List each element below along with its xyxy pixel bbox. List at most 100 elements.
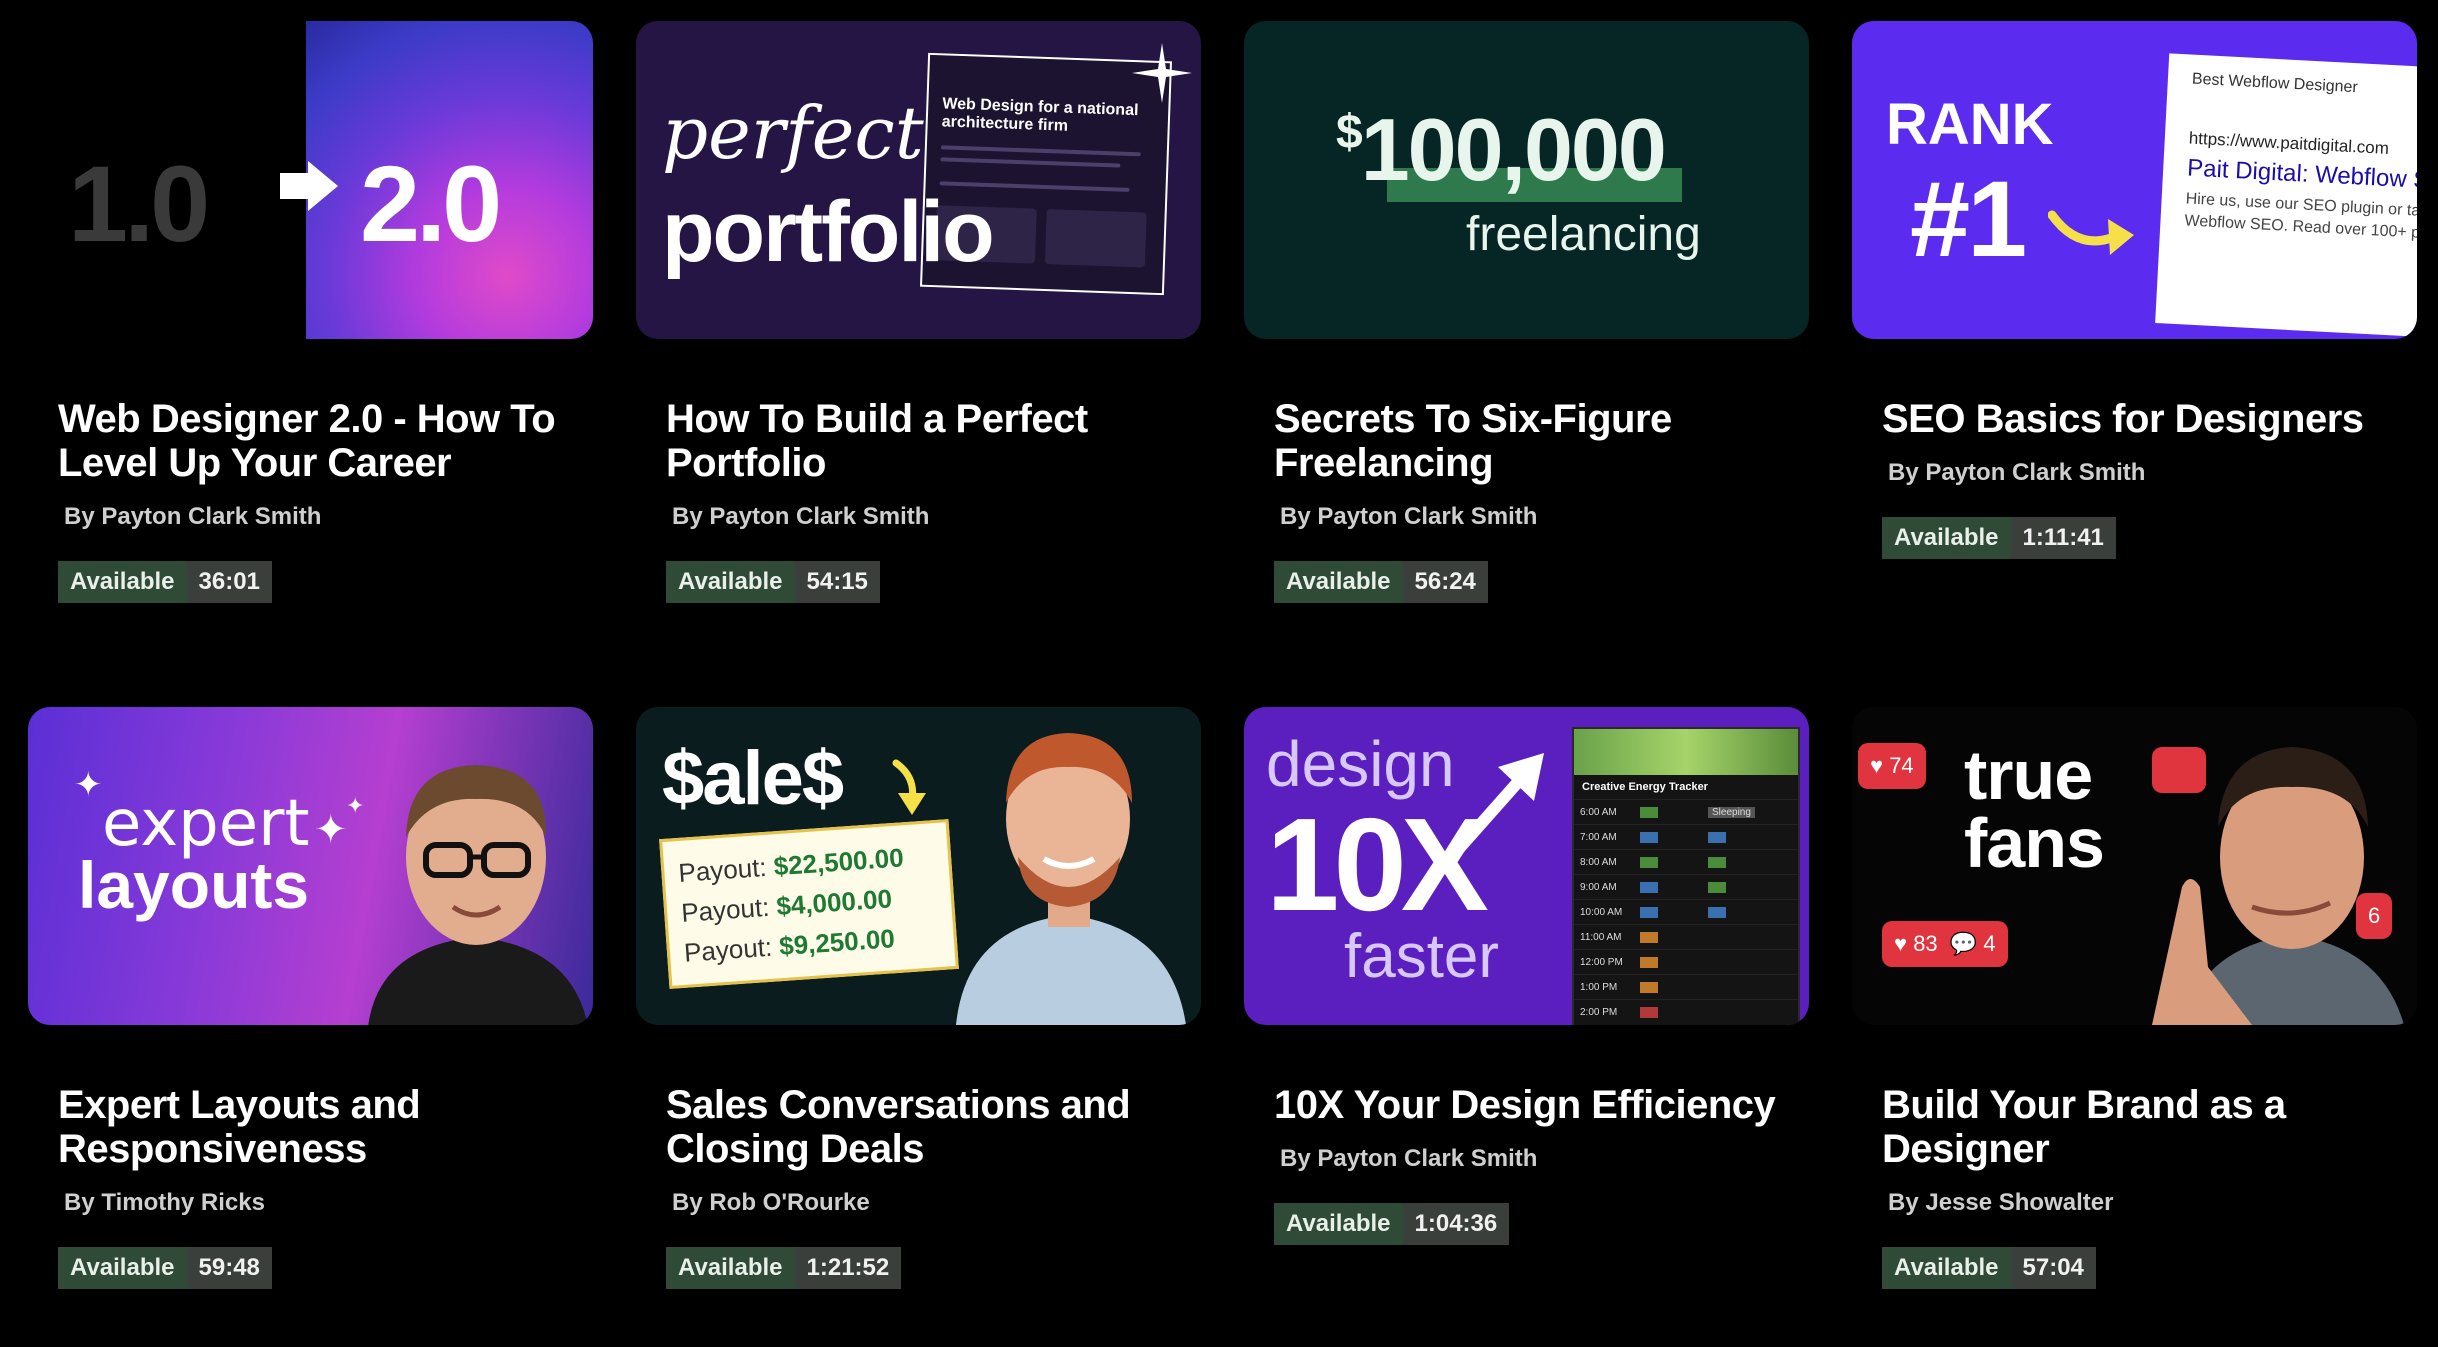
thumb-headline: $ale$: [662, 736, 844, 821]
thumb-amount: $100,000: [1336, 99, 1667, 201]
course-author: By Rob O'Rourke: [672, 1189, 870, 1216]
course-thumbnail[interactable]: 1.0 2.0: [28, 21, 593, 339]
course-title[interactable]: Secrets To Six-Figure Freelancing: [1274, 397, 1794, 485]
course-thumbnail[interactable]: design 10X faster Creative Energy Tracke…: [1244, 707, 1809, 1025]
course-title[interactable]: Expert Layouts and Responsiveness: [58, 1083, 578, 1171]
thumb-headline-2: portfolio: [662, 184, 995, 280]
course-author: By Jesse Showalter: [1888, 1189, 2114, 1216]
status-badge: Available 1:11:41: [1882, 517, 2116, 559]
tracker-row: 8:00 AM: [1574, 849, 1798, 874]
tracker-row: 10:00 AM: [1574, 899, 1798, 924]
thumb-headline-1: design: [1266, 728, 1455, 800]
thumb-headline-2: fans: [1964, 804, 2105, 882]
course-author: By Payton Clark Smith: [1280, 503, 1538, 530]
thumb-rank-number: #1: [1910, 158, 2027, 279]
availability-label: Available: [1274, 561, 1403, 603]
course-title[interactable]: Build Your Brand as a Designer: [1882, 1083, 2402, 1171]
arrow-up-icon: [1443, 753, 1544, 865]
availability-label: Available: [1882, 517, 2011, 559]
like-notification: ♥ 83 💬 4: [1882, 921, 2008, 967]
course-card[interactable]: design 10X faster Creative Energy Tracke…: [1244, 707, 1809, 1347]
sparkle-icon: ✦: [74, 766, 103, 804]
preview-box: [1044, 209, 1147, 268]
tracker-row: 9:00 AM: [1574, 874, 1798, 899]
currency-symbol: $: [1336, 106, 1363, 159]
course-thumbnail[interactable]: RANK #1 Best Webflow Designer https://ww…: [1852, 21, 2417, 339]
duration-label: 1:04:36: [1402, 1203, 1510, 1245]
status-badge: Available 56:24: [1274, 561, 1488, 603]
thumb-subtitle: freelancing: [1466, 208, 1701, 261]
tracker-row: 11:00 AM: [1574, 924, 1798, 949]
course-thumbnail[interactable]: $ale$ Payout: $22,500.00 Payout: $4,000.…: [636, 707, 1201, 1025]
course-title[interactable]: 10X Your Design Efficiency: [1274, 1083, 1794, 1127]
course-author: By Payton Clark Smith: [64, 503, 322, 530]
availability-label: Available: [1882, 1247, 2011, 1289]
thumb-headline-2: layouts: [78, 848, 310, 922]
course-thumbnail[interactable]: perfect Web Design for a national archit…: [636, 21, 1201, 339]
amount-value: 100,000: [1360, 100, 1667, 199]
course-author: By Timothy Ricks: [64, 1189, 265, 1216]
thumb-headline-1: perfect: [662, 91, 924, 175]
tracker-row: 1:00 PM: [1574, 974, 1798, 999]
search-query: Best Webflow Designer: [2191, 70, 2359, 97]
course-card[interactable]: 1.0 2.0 Web Designer 2.0 - How To Level …: [28, 21, 593, 671]
energy-tracker-table: Creative Energy Tracker 6:00 AM Sleeping …: [1572, 727, 1800, 1025]
duration-label: 1:11:41: [2010, 517, 2116, 559]
text-line: [940, 157, 1121, 168]
status-badge: Available 1:04:36: [1274, 1203, 1510, 1245]
duration-label: 54:15: [794, 561, 880, 603]
text-line: [940, 145, 1141, 157]
course-thumbnail[interactable]: ✦ expert ✦ ✦ layouts: [28, 707, 593, 1025]
tracker-row: 6:00 AM Sleeping: [1574, 799, 1798, 824]
curved-arrow-icon: [2048, 210, 2134, 255]
availability-label: Available: [58, 1247, 187, 1289]
duration-label: 1:21:52: [794, 1247, 902, 1289]
course-thumbnail[interactable]: ♥ 74 ♥ 83 💬 4 6 true fans: [1852, 707, 2417, 1025]
version-old-text: 1.0: [68, 143, 210, 264]
duration-label: 56:24: [1402, 561, 1488, 603]
thumb-headline-3: faster: [1344, 922, 1500, 991]
tracker-row: 7:00 AM: [1574, 824, 1798, 849]
tracker-banner: [1574, 729, 1798, 775]
arrow-down-icon: [892, 759, 926, 815]
course-title[interactable]: Web Designer 2.0 - How To Level Up Your …: [58, 397, 578, 485]
status-badge: Available 1:21:52: [666, 1247, 902, 1289]
tracker-title: Creative Energy Tracker: [1582, 781, 1708, 793]
course-title[interactable]: SEO Basics for Designers: [1882, 397, 2402, 441]
course-author: By Payton Clark Smith: [672, 503, 930, 530]
status-badge: Available 59:48: [58, 1247, 272, 1289]
course-grid: 1.0 2.0 Web Designer 2.0 - How To Level …: [28, 21, 2417, 1347]
status-badge: Available 54:15: [666, 561, 880, 603]
version-new-text: 2.0: [360, 143, 502, 264]
duration-label: 59:48: [186, 1247, 272, 1289]
course-title[interactable]: How To Build a Perfect Portfolio: [666, 397, 1186, 485]
tracker-row: 12:00 PM: [1574, 949, 1798, 974]
duration-label: 57:04: [2010, 1247, 2096, 1289]
arrow-right-icon: [280, 161, 338, 211]
portfolio-card-title: Web Design for a national architecture f…: [941, 95, 1139, 135]
presenter-photo: [368, 765, 588, 1025]
status-badge: Available 57:04: [1882, 1247, 2096, 1289]
course-card[interactable]: $100,000 freelancing Secrets To Six-Figu…: [1244, 21, 1809, 671]
availability-label: Available: [666, 1247, 795, 1289]
status-badge: Available 36:01: [58, 561, 272, 603]
course-thumbnail[interactable]: $100,000 freelancing: [1244, 21, 1809, 339]
course-title[interactable]: Sales Conversations and Closing Deals: [666, 1083, 1186, 1171]
availability-label: Available: [1274, 1203, 1403, 1245]
presenter-photo: [956, 733, 1186, 1025]
like-notification: 6: [2356, 893, 2393, 939]
course-author: By Payton Clark Smith: [1888, 459, 2146, 486]
duration-label: 36:01: [186, 561, 272, 603]
course-card[interactable]: ♥ 74 ♥ 83 💬 4 6 true fans Build Your Bra…: [1852, 707, 2417, 1347]
course-card[interactable]: RANK #1 Best Webflow Designer https://ww…: [1852, 21, 2417, 671]
course-author: By Payton Clark Smith: [1280, 1145, 1538, 1172]
course-card[interactable]: $ale$ Payout: $22,500.00 Payout: $4,000.…: [636, 707, 1201, 1347]
search-result-card: Best Webflow Designer https://www.paitdi…: [2155, 53, 2417, 339]
sparkle-icon: ✦: [314, 808, 348, 852]
notification-bubble: [2152, 747, 2206, 793]
payout-card: Payout: $22,500.00 Payout: $4,000.00 Pay…: [659, 819, 959, 989]
tracker-row: 2:00 PM: [1574, 999, 1798, 1024]
course-card[interactable]: perfect Web Design for a national archit…: [636, 21, 1201, 671]
course-card[interactable]: ✦ expert ✦ ✦ layouts Expert Layouts and …: [28, 707, 593, 1347]
availability-label: Available: [58, 561, 187, 603]
